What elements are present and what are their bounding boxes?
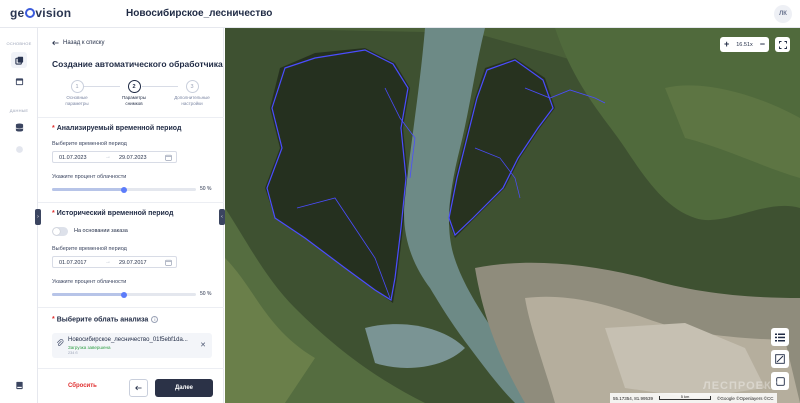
- step-number: 3: [185, 80, 199, 93]
- zoom-in-button[interactable]: +: [724, 40, 729, 49]
- logo[interactable]: geovision gevision: [10, 6, 71, 20]
- step-2[interactable]: 2 Параметры снимков: [109, 80, 159, 106]
- slider-handle[interactable]: [121, 186, 127, 193]
- cloud-slider[interactable]: [52, 186, 196, 193]
- polygon-icon: [775, 354, 785, 364]
- divider: [38, 202, 224, 203]
- stepper: 1 Основные параметры 2 Параметры снимков 3…: [52, 80, 218, 114]
- logo-ring-icon: [24, 8, 35, 18]
- file-status: Загрузка завершена: [68, 345, 111, 350]
- calendar-icon: [165, 154, 172, 161]
- historical-date-range[interactable]: 01.07.2017 → 29.07.2017: [52, 256, 177, 268]
- step-label: Параметры: [122, 95, 146, 100]
- period-label: Выберите временной период: [52, 141, 127, 147]
- analyzed-period-heading: * Анализируемый временной период: [52, 125, 182, 132]
- step-3[interactable]: 3 Дополнительные настройки: [167, 80, 217, 106]
- arrow-left-icon: [52, 40, 59, 46]
- library-icon[interactable]: [11, 377, 27, 393]
- watermark: ЛЕСПРОЕКТ: [703, 380, 780, 392]
- step-number: 2: [127, 80, 141, 93]
- processor-panel: Назад к списку Создание автоматического …: [38, 28, 224, 403]
- cloud-label: Укажите процент облачности: [52, 279, 127, 285]
- date-to: 29.07.2017: [119, 260, 147, 266]
- fullscreen-icon: [778, 40, 787, 49]
- period-label: Выберите временной период: [52, 246, 127, 252]
- step-1[interactable]: 1 Основные параметры: [52, 80, 102, 106]
- calendar-icon[interactable]: [11, 73, 27, 89]
- step-label: параметры: [65, 100, 89, 106]
- next-button[interactable]: Далее: [155, 379, 213, 397]
- rail-section-main: ОСНОВНОЕ: [6, 41, 32, 46]
- cloud-percent: 50 %: [200, 186, 212, 192]
- satellite-map[interactable]: + 16.51x − ЛЕСПРОЕКТ 55.17354, 81.99539 …: [225, 28, 800, 403]
- cursor-coordinates: 55.17354, 81.99539: [613, 395, 654, 401]
- satellite-imagery: [225, 28, 800, 403]
- map-scale-bar: 55.17354, 81.99539 5 km ©Google ©Openlay…: [610, 393, 777, 403]
- globe-icon[interactable]: [11, 141, 27, 157]
- top-bar: geovision gevision Новосибирское_лесниче…: [0, 0, 800, 28]
- step-label: настройки: [181, 100, 203, 106]
- step-number: 1: [70, 80, 84, 93]
- layers-icon[interactable]: [11, 52, 27, 68]
- toggle-label: На основании заказа: [74, 228, 128, 234]
- range-arrow-icon: →: [105, 154, 111, 160]
- map-attribution: ©Google ©Openlayers ©CC: [717, 395, 774, 401]
- info-icon[interactable]: i: [151, 316, 159, 323]
- file-size: 234 б: [68, 351, 78, 355]
- draw-polygon-button[interactable]: [771, 350, 789, 368]
- slider-handle[interactable]: [121, 291, 127, 298]
- slider-fill: [52, 188, 124, 191]
- legend-tool-button[interactable]: [771, 328, 789, 346]
- rail-collapse-handle[interactable]: ›: [35, 209, 41, 225]
- list-icon: [775, 333, 785, 341]
- left-rail: ОСНОВНОЕ ДАННЫЕ: [0, 28, 38, 403]
- reset-button[interactable]: Сбросить: [68, 383, 97, 389]
- step-label: Основные: [66, 95, 88, 100]
- remove-file-button[interactable]: ✕: [200, 341, 206, 349]
- arrow-left-icon: [135, 385, 142, 391]
- calendar-icon: [165, 259, 172, 266]
- divider: [38, 117, 224, 118]
- back-to-list-link[interactable]: Назад к списку: [52, 40, 104, 46]
- zoom-out-button[interactable]: −: [760, 40, 765, 49]
- zoom-level: 16.51x: [736, 41, 753, 48]
- panel-title: Создание автоматического обработчика: [52, 59, 223, 69]
- zoom-control: + 16.51x −: [720, 37, 769, 52]
- date-from: 01.07.2023: [59, 155, 87, 161]
- previous-step-button[interactable]: [129, 379, 148, 397]
- rail-section-data: ДАННЫЕ: [9, 108, 29, 113]
- back-label: Назад к списку: [63, 40, 105, 46]
- database-icon[interactable]: [11, 119, 27, 135]
- slider-fill: [52, 293, 124, 296]
- cloud-label: Укажите процент облачности: [52, 174, 127, 180]
- analyzed-date-range[interactable]: 01.07.2023 → 29.07.2023: [52, 151, 177, 163]
- cloud-percent: 50 %: [200, 291, 212, 297]
- step-label: Дополнительные: [174, 95, 210, 100]
- historical-period-heading: * Исторический временной период: [52, 210, 174, 217]
- date-to: 29.07.2023: [119, 155, 147, 161]
- range-arrow-icon: →: [105, 259, 111, 265]
- paperclip-icon: [56, 339, 64, 346]
- cloud-slider[interactable]: [52, 291, 196, 298]
- file-name: Новосибирское_лесничество_01f5ebf1da...: [68, 337, 188, 343]
- user-avatar[interactable]: ЛК: [774, 5, 792, 23]
- project-title: Новосибирское_лесничество: [126, 8, 273, 19]
- order-based-toggle[interactable]: [52, 227, 68, 236]
- divider: [38, 368, 224, 369]
- area-heading: * Выберите облать анализа i: [52, 316, 159, 323]
- scale-value: 5 km: [659, 395, 712, 400]
- date-from: 01.07.2017: [59, 260, 87, 266]
- toggle-knob: [53, 228, 60, 235]
- step-label: снимков: [125, 100, 143, 106]
- fullscreen-button[interactable]: [775, 37, 790, 52]
- uploaded-file-card: Новосибирское_лесничество_01f5ebf1da... …: [52, 333, 212, 358]
- divider: [38, 307, 224, 308]
